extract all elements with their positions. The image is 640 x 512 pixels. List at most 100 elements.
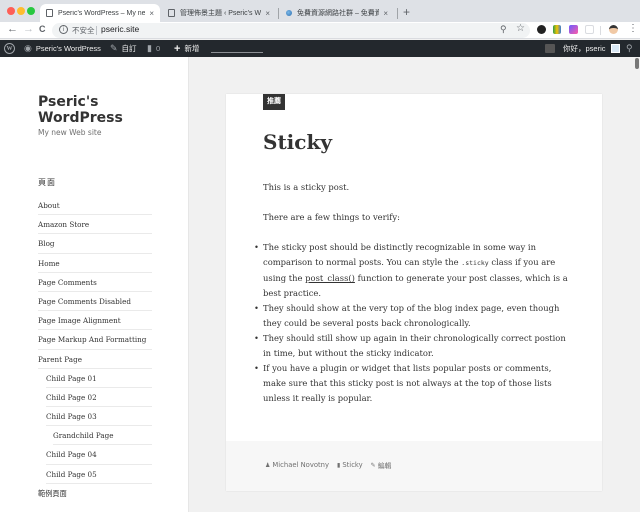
- close-tab-icon[interactable]: ×: [383, 9, 388, 18]
- reload-button[interactable]: C: [39, 24, 46, 34]
- child-page-link[interactable]: Child Page 05: [46, 465, 152, 484]
- profile-avatar-icon[interactable]: [609, 25, 618, 34]
- brush-icon: ✎: [110, 43, 118, 53]
- featured-badge: 推薦: [263, 94, 285, 110]
- inline-code: .sticky: [461, 259, 489, 267]
- wordpress-logo-icon: W: [4, 43, 15, 54]
- site-name-menu[interactable]: ◉ Pseric's WordPress: [24, 40, 101, 57]
- page-link[interactable]: Blog: [38, 234, 152, 254]
- screen-options-button[interactable]: [545, 40, 555, 57]
- tab-title: 免費資源網路社群 – 免費資源指南: [297, 10, 380, 17]
- page-icon: [46, 9, 53, 17]
- wp-logo-menu[interactable]: W: [4, 40, 15, 57]
- close-tab-icon[interactable]: ×: [265, 9, 270, 18]
- page-link[interactable]: Page Image Alignment: [38, 311, 152, 331]
- user-avatar: [610, 44, 620, 53]
- comments-link[interactable]: ▮ 0: [147, 40, 160, 57]
- author-link[interactable]: ♟ Michael Novotny: [265, 461, 329, 469]
- extension-gradient-icon[interactable]: [569, 25, 578, 34]
- child-page-link[interactable]: Child Page 01: [46, 369, 152, 388]
- child-page-link[interactable]: Child Page 04: [46, 445, 152, 465]
- close-tab-icon[interactable]: ×: [149, 9, 154, 18]
- my-account-menu[interactable]: 你好，pseric: [563, 40, 620, 57]
- search-icon: ⚲: [626, 43, 633, 53]
- post-meta: ♟ Michael Novotny ▮ Sticky ✎ 編輯: [265, 460, 399, 470]
- browser-toolbar: ← → C i 不安全 pseric.site ⚲ ☆ ⋮: [0, 22, 640, 39]
- browser-tab-active[interactable]: Pseric's WordPress – My new Web site ×: [40, 4, 160, 22]
- new-content-menu[interactable]: + 新增: [174, 40, 199, 57]
- browser-tab[interactable]: 免費資源網路社群 – 免費資源指南 ×: [280, 4, 394, 22]
- page-scrollbar[interactable]: [634, 57, 640, 512]
- browser-tab-bar: Pseric's WordPress – My new Web site × 管…: [0, 0, 640, 22]
- comments-count: 0: [155, 44, 161, 53]
- pages-widget-title: 頁面: [38, 178, 56, 187]
- url-text[interactable]: pseric.site: [101, 24, 139, 34]
- new-tab-button[interactable]: +: [403, 5, 410, 19]
- paragraph: There are a few things to verify:: [263, 212, 400, 222]
- list-item: The sticky post should be distinctly rec…: [254, 240, 568, 301]
- page-icon: [168, 9, 175, 17]
- child-page-link[interactable]: Child Page 02: [46, 388, 152, 408]
- divider: [96, 26, 97, 35]
- page-link[interactable]: Parent Page: [38, 350, 152, 369]
- wp-admin-bar: W ◉ Pseric's WordPress ✎ 自訂 ▮ 0 + 新增 你好，…: [0, 40, 640, 57]
- admin-bar-underline: [211, 52, 263, 53]
- child-page-link[interactable]: Child Page 03: [46, 407, 152, 427]
- extension-blank-icon[interactable]: [585, 25, 594, 34]
- pencil-icon: ✎: [370, 461, 376, 469]
- site-title[interactable]: Pseric's WordPress: [38, 94, 158, 126]
- post-class-link[interactable]: post_class(): [305, 273, 355, 283]
- extension-layers-icon[interactable]: [537, 25, 546, 34]
- screen-icon: [545, 44, 555, 53]
- tab-separator: [278, 8, 279, 19]
- tab-separator: [397, 8, 398, 19]
- paragraph: This is a sticky post.: [263, 182, 350, 192]
- security-label[interactable]: 不安全: [72, 25, 95, 36]
- page-link[interactable]: Amazon Store: [38, 215, 152, 235]
- page-link[interactable]: Page Markup And Formatting: [38, 330, 152, 350]
- greeting-label: 你好，pseric: [563, 44, 606, 53]
- browser-menu-icon[interactable]: ⋮: [628, 23, 638, 34]
- grandchild-page-link[interactable]: Grandchild Page: [53, 426, 152, 446]
- page-link[interactable]: 範例頁面: [38, 484, 152, 503]
- zoom-icon[interactable]: ⚲: [500, 24, 507, 35]
- scrollbar-thumb[interactable]: [635, 58, 639, 69]
- page-link[interactable]: Page Comments Disabled: [38, 292, 152, 312]
- site-name-label: Pseric's WordPress: [35, 44, 101, 53]
- category-name: Sticky: [342, 461, 363, 469]
- page-link[interactable]: About: [38, 196, 152, 216]
- author-name: Michael Novotny: [272, 461, 330, 469]
- edit-label: 編輯: [377, 462, 392, 470]
- extension-chart-icon[interactable]: [553, 25, 561, 34]
- site-description: My new Web site: [38, 128, 102, 137]
- admin-search-button[interactable]: ⚲: [626, 40, 633, 57]
- post-content: This is a sticky post. There are a few t…: [254, 180, 568, 406]
- customize-label: 自訂: [121, 44, 137, 53]
- sticky-post: 推薦 Sticky This is a sticky post. There a…: [226, 94, 602, 491]
- forward-button[interactable]: →: [23, 23, 34, 35]
- customize-link[interactable]: ✎ 自訂: [110, 40, 137, 57]
- maximize-window-button[interactable]: [27, 7, 35, 15]
- list-item: They should still show up again in their…: [254, 331, 568, 361]
- back-button[interactable]: ←: [7, 23, 18, 35]
- close-window-button[interactable]: [7, 7, 15, 15]
- site-favicon-icon: [286, 10, 292, 16]
- post-title[interactable]: Sticky: [263, 130, 332, 154]
- page-link[interactable]: Home: [38, 254, 152, 273]
- new-label: 新增: [184, 44, 200, 53]
- plus-icon: +: [174, 42, 181, 55]
- category-link[interactable]: ▮ Sticky: [337, 461, 363, 469]
- minimize-window-button[interactable]: [17, 7, 25, 15]
- browser-tab[interactable]: 管理佈景主題 ‹ Pseric's WordPress ×: [162, 4, 276, 22]
- page-link[interactable]: Page Comments: [38, 273, 152, 292]
- tab-title: 管理佈景主題 ‹ Pseric's WordPress: [180, 10, 261, 17]
- post-footer: ♟ Michael Novotny ▮ Sticky ✎ 編輯: [226, 441, 602, 491]
- divider: [600, 26, 601, 35]
- bookmark-star-icon[interactable]: ☆: [516, 23, 525, 34]
- address-bar[interactable]: i 不安全 pseric.site ⚲ ☆: [52, 23, 530, 38]
- comment-bubble-icon: ▮: [147, 43, 152, 53]
- sidebar: Pseric's WordPress My new Web site 頁面 Ab…: [0, 57, 189, 512]
- info-icon[interactable]: i: [59, 25, 68, 34]
- edit-link[interactable]: ✎ 編輯: [370, 460, 392, 471]
- folder-icon: ▮: [337, 461, 341, 469]
